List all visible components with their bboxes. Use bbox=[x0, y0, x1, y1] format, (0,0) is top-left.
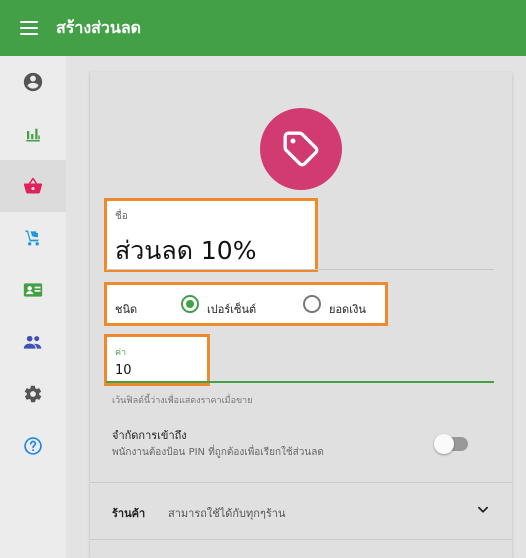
tag-icon bbox=[283, 131, 319, 167]
restrict-access-subtitle: พนักงานต้องป้อน PIN ที่ถูกต้องเพื่อเรียก… bbox=[112, 447, 324, 458]
gear-icon bbox=[24, 385, 42, 403]
value-helper-text: เว้นฟิลด์นี้ว่างเพื่อแสดงราคาเมื่อขาย bbox=[112, 396, 253, 406]
shopping-basket-icon bbox=[23, 177, 43, 194]
restrict-access-toggle[interactable] bbox=[434, 432, 494, 456]
toggle-thumb bbox=[434, 434, 454, 454]
nav-item-settings[interactable] bbox=[0, 368, 66, 420]
bottom-divider bbox=[90, 539, 512, 540]
radio-percent-label[interactable]: เปอร์เซ็นต์ bbox=[207, 300, 256, 318]
people-icon bbox=[23, 335, 42, 349]
value-underline bbox=[106, 381, 494, 383]
nav-item-items[interactable] bbox=[0, 160, 66, 212]
stores-row[interactable]: ร้านค้า สามารถใช้ได้กับทุกๆร้าน bbox=[90, 483, 512, 539]
restrict-access-title: จำกัดการเข้าถึง bbox=[112, 429, 187, 442]
menu-icon[interactable] bbox=[20, 21, 38, 35]
name-field[interactable]: ชื่อ ส่วนลด 10% bbox=[104, 198, 318, 272]
radio-amount[interactable] bbox=[303, 295, 321, 313]
discount-form-card: ชื่อ ส่วนลด 10% ชนิด เปอร์เซ็นต์ ยอดเงิน… bbox=[90, 72, 512, 558]
stores-value: สามารถใช้ได้กับทุกๆร้าน bbox=[168, 507, 286, 520]
type-field: ชนิด เปอร์เซ็นต์ ยอดเงิน bbox=[104, 282, 388, 326]
name-label: ชื่อ bbox=[115, 211, 128, 222]
value-input[interactable]: 10 bbox=[115, 363, 132, 378]
help-icon bbox=[24, 437, 42, 455]
value-field[interactable]: ค่า 10 bbox=[104, 334, 210, 386]
nav-item-help[interactable] bbox=[0, 420, 66, 472]
nav-item-employees[interactable] bbox=[0, 316, 66, 368]
name-input[interactable]: ส่วนลด 10% bbox=[115, 231, 256, 271]
app-bar: สร้างส่วนลด bbox=[0, 0, 526, 56]
stores-label: ร้านค้า bbox=[112, 507, 146, 520]
radio-amount-label[interactable]: ยอดเงิน bbox=[329, 300, 366, 318]
nav-item-customers[interactable] bbox=[0, 264, 66, 316]
nav-rail bbox=[0, 56, 66, 558]
hand-truck-icon bbox=[25, 230, 39, 246]
value-label: ค่า bbox=[115, 348, 127, 358]
nav-item-inventory[interactable] bbox=[0, 212, 66, 264]
contact-card-icon bbox=[23, 283, 43, 297]
radio-percent[interactable] bbox=[181, 295, 199, 313]
nav-item-reports[interactable] bbox=[0, 108, 66, 160]
chevron-down-icon[interactable] bbox=[476, 503, 490, 517]
nav-item-account[interactable] bbox=[0, 56, 66, 108]
account-icon bbox=[23, 72, 43, 92]
type-label: ชนิด bbox=[115, 303, 138, 316]
page-title: สร้างส่วนลด bbox=[56, 17, 142, 37]
bar-chart-icon bbox=[26, 128, 40, 142]
name-underline bbox=[106, 269, 494, 270]
discount-avatar bbox=[260, 108, 342, 190]
